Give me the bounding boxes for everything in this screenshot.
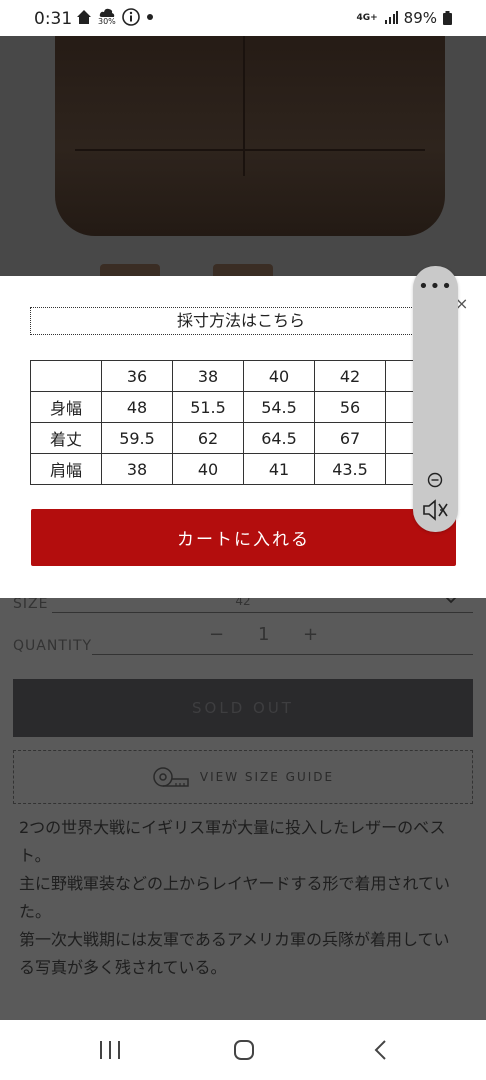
product-image xyxy=(0,36,486,276)
view-size-guide-button[interactable]: VIEW SIZE GUIDE xyxy=(13,750,473,804)
size-select-line xyxy=(52,612,473,613)
minimize-icon[interactable] xyxy=(427,472,443,488)
table-row-label: 身幅 xyxy=(30,391,102,423)
table-cell: 54.5 xyxy=(243,391,315,423)
floating-side-panel[interactable]: ••• xyxy=(413,266,458,532)
table-cell: 38 xyxy=(101,453,173,485)
table-cell: 38 xyxy=(172,360,244,392)
cloud-icon: 30% xyxy=(98,8,116,26)
quantity-value[interactable]: 1 xyxy=(258,624,269,645)
size-table: 36 38 40 42 4 身幅 48 51.5 54.5 56 5 着丈 59… xyxy=(30,360,457,485)
table-row: 着丈 59.5 62 64.5 67 6 xyxy=(30,422,457,454)
vest-image xyxy=(55,36,445,236)
tape-measure-icon xyxy=(153,767,189,787)
dot-icon xyxy=(146,14,153,20)
mute-icon[interactable] xyxy=(422,498,450,522)
battery-icon xyxy=(443,11,452,25)
table-header-row: 36 38 40 42 4 xyxy=(30,360,457,392)
table-cell: 64.5 xyxy=(243,422,315,454)
table-cell: 41 xyxy=(243,453,315,485)
table-cell: 59.5 xyxy=(101,422,173,454)
quantity-plus-button[interactable]: + xyxy=(303,624,318,645)
info-icon xyxy=(121,8,140,26)
description-paragraph: 2つの世界大戦にイギリス軍が大量に投入したレザーのベスト。 xyxy=(19,818,446,865)
quantity-minus-button[interactable]: − xyxy=(209,624,224,645)
table-cell: 43.5 xyxy=(314,453,386,485)
weather-label: 30% xyxy=(98,17,116,26)
sold-out-button[interactable]: SOLD OUT xyxy=(13,679,473,737)
status-time: 0:31 xyxy=(34,9,73,29)
measurement-method-link[interactable]: 採寸方法はこちら xyxy=(30,307,452,335)
description-paragraph: 第一次大戦期には友軍であるアメリカ軍の兵隊が着用している写真が多く残されている。 xyxy=(19,930,450,977)
table-cell: 67 xyxy=(314,422,386,454)
home-icon xyxy=(77,10,91,24)
table-cell: 36 xyxy=(101,360,173,392)
battery-label: 89% xyxy=(403,9,437,27)
status-right: 4G+ 89% xyxy=(356,9,452,27)
table-row-label: 肩幅 xyxy=(30,453,102,485)
table-cell: 51.5 xyxy=(172,391,244,423)
product-description: 2つの世界大戦にイギリス軍が大量に投入したレザーのベスト。 主に野戦軍装などの上… xyxy=(19,814,465,982)
table-row: 肩幅 38 40 41 43.5 4 xyxy=(30,453,457,485)
quantity-field-line xyxy=(92,654,473,655)
table-cell xyxy=(30,360,102,392)
status-left-icons: 30% xyxy=(76,8,154,26)
add-to-cart-button[interactable]: カートに入れる xyxy=(31,509,456,566)
table-cell: 62 xyxy=(172,422,244,454)
home-button-icon[interactable] xyxy=(231,1038,257,1062)
description-paragraph: 主に野戦軍装などの上からレイヤードする形で着用されていた。 xyxy=(19,874,451,921)
recent-apps-icon[interactable] xyxy=(97,1038,123,1062)
signal-icon xyxy=(384,11,398,24)
quantity-label: QUANTITY xyxy=(13,638,93,654)
size-guide-label: VIEW SIZE GUIDE xyxy=(199,770,335,784)
more-options-icon[interactable]: ••• xyxy=(413,276,458,297)
back-icon[interactable] xyxy=(368,1038,394,1062)
table-cell: 48 xyxy=(101,391,173,423)
table-cell: 56 xyxy=(314,391,386,423)
table-cell: 42 xyxy=(314,360,386,392)
status-bar: 0:31 30% 4G+ 89% xyxy=(0,0,486,36)
table-row-label: 着丈 xyxy=(30,422,102,454)
network-label: 4G+ xyxy=(356,13,378,23)
navigation-bar xyxy=(0,1020,486,1080)
table-row: 身幅 48 51.5 54.5 56 5 xyxy=(30,391,457,423)
table-cell: 40 xyxy=(243,360,315,392)
table-cell: 40 xyxy=(172,453,244,485)
